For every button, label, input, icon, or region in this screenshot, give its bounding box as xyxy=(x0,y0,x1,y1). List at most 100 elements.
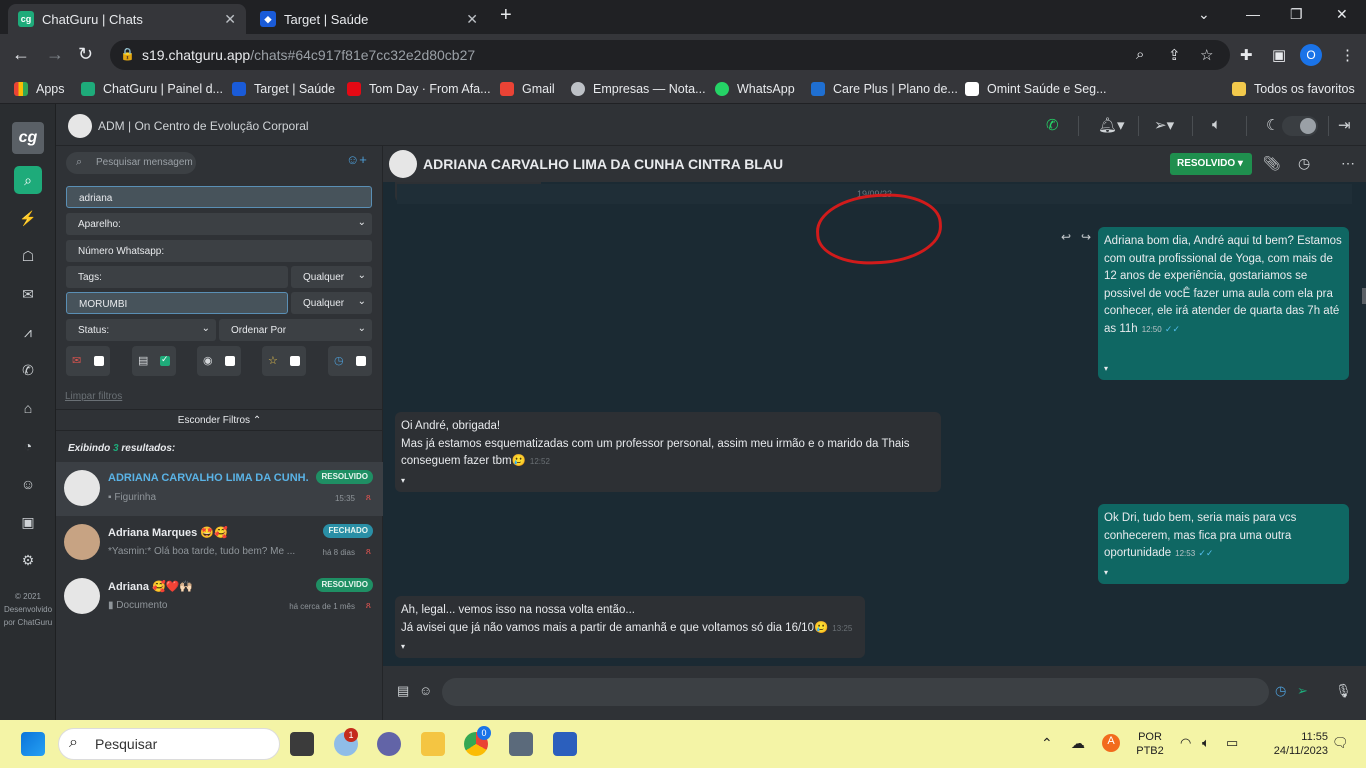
dark-mode-toggle[interactable] xyxy=(1282,116,1318,136)
forward-icon[interactable]: → xyxy=(46,44,64,65)
status-select[interactable]: Status: ⌄ xyxy=(66,319,216,341)
bookmark-all-favorites[interactable]: Todos os favoritos xyxy=(1232,82,1355,96)
quick-replies-icon[interactable]: ▤ xyxy=(397,683,409,699)
calculator-icon[interactable] xyxy=(509,732,533,756)
chats-nav-icon[interactable]: ⌕ xyxy=(14,166,42,194)
search-messages-input[interactable]: ⌕ Pesquisar mensagem xyxy=(66,152,196,174)
device-select[interactable]: Aparelho: ⌄ xyxy=(66,213,372,235)
side-panel-icon[interactable]: ▣ xyxy=(1272,46,1286,64)
send-menu-icon[interactable]: ➢▾ xyxy=(1154,116,1174,134)
bookmark-apps[interactable]: Apps xyxy=(14,82,65,96)
phone-nav-icon[interactable]: ✆ xyxy=(14,356,42,384)
chat-list-item[interactable]: Adriana Marques 🤩🥰 *Yasmin:* Olá boa tar… xyxy=(56,516,383,570)
extensions-icon[interactable]: ✚ xyxy=(1240,46,1253,64)
whatsapp-status-icon[interactable]: ✆ xyxy=(1046,116,1059,134)
status-dropdown-button[interactable]: RESOLVIDO ▾ xyxy=(1170,153,1252,175)
unread-checkbox[interactable] xyxy=(94,356,104,366)
schedule-icon[interactable]: ◷ xyxy=(1298,155,1310,172)
bookmark-chatguru[interactable]: ChatGuru | Painel d... xyxy=(81,82,223,96)
bookmark-care-plus[interactable]: Care Plus | Plano de... xyxy=(811,82,958,96)
bookmark-target[interactable]: Target | Saúde xyxy=(232,82,335,96)
tab-search-icon[interactable]: ⌄ xyxy=(1198,6,1210,23)
account-avatar[interactable] xyxy=(68,114,92,138)
filter-favorites[interactable]: ☆ xyxy=(262,346,306,376)
back-icon[interactable]: ← xyxy=(12,44,30,65)
campaign-nav-icon[interactable]: ✉ xyxy=(14,280,42,308)
bookmark-empresas[interactable]: Empresas — Nota... xyxy=(571,82,706,96)
close-tab-icon[interactable]: ✕ xyxy=(466,11,478,28)
bot-nav-icon[interactable]: ☖ xyxy=(14,242,42,270)
favorites-checkbox[interactable] xyxy=(290,356,300,366)
whatsapp-number-input[interactable]: Número Whatsapp: xyxy=(66,240,372,262)
name-filter-input[interactable]: adriana xyxy=(66,186,372,208)
notifications-bell-icon[interactable]: 🔔︎▾ xyxy=(1098,116,1125,134)
notification-center-icon[interactable]: 🗨︎ xyxy=(1332,736,1349,750)
schedule-message-icon[interactable]: ◷ xyxy=(1275,683,1286,699)
message-menu-caret-icon[interactable]: ▾ xyxy=(1104,360,1108,378)
tab-chatguru[interactable]: cg ChatGuru | Chats ✕ xyxy=(8,4,246,34)
reply-icon[interactable]: ↩ xyxy=(1061,230,1071,244)
url-bar[interactable]: 🔒 s19.chatguru.app/chats#64c917f81e7cc32… xyxy=(110,40,1230,70)
filter-broadcast[interactable]: ◉ xyxy=(197,346,241,376)
filter-scheduled[interactable]: ◷ xyxy=(328,346,372,376)
dashboard-nav-icon[interactable]: ◔ xyxy=(14,432,42,460)
word-icon[interactable] xyxy=(553,732,577,756)
message-bubble-outgoing[interactable]: Adriana bom dia, André aqui td bem? Esta… xyxy=(1098,227,1349,380)
message-bubble-incoming[interactable]: Oi André, obrigada! Mas já estamos esque… xyxy=(395,412,941,492)
minimize-icon[interactable]: — xyxy=(1246,6,1260,22)
order-by-select[interactable]: Ordenar Por ⌄ xyxy=(219,319,372,341)
tag-value-chip[interactable]: MORUMBI xyxy=(66,292,288,314)
add-contact-icon[interactable]: ☺+ xyxy=(346,152,367,167)
message-menu-caret-icon[interactable]: ▾ xyxy=(401,638,405,656)
media-nav-icon[interactable]: ▣ xyxy=(14,508,42,536)
chat-list-item[interactable]: Adriana 🥰❤️🙌🏻 ▮ Documento RESOLVIDO há c… xyxy=(56,570,383,624)
profile-avatar[interactable]: O xyxy=(1300,44,1322,66)
chat-list-item[interactable]: ADRIANA CARVALHO LIMA DA CUNH... ▪ Figur… xyxy=(56,462,383,516)
emoji-icon[interactable]: ☺ xyxy=(419,683,432,698)
wifi-icon[interactable]: ◠ xyxy=(1180,736,1191,750)
zoom-icon[interactable]: ⌕ xyxy=(1136,46,1144,63)
close-window-icon[interactable]: ✕ xyxy=(1336,6,1348,23)
speaker-icon[interactable]: 🔈︎ xyxy=(1202,736,1210,750)
conversation-scrollbar[interactable] xyxy=(1362,288,1366,304)
file-explorer-icon[interactable] xyxy=(421,732,445,756)
archived-checkbox[interactable] xyxy=(160,354,170,366)
clear-filters-link[interactable]: Limpar filtros xyxy=(65,391,122,402)
message-bubble-incoming[interactable]: Ah, legal... vemos isso na nossa volta e… xyxy=(395,596,865,658)
bookmark-gmail[interactable]: Gmail xyxy=(500,82,555,96)
tab-target-saude[interactable]: ◆ Target | Saúde ✕ xyxy=(250,4,488,34)
message-menu-caret-icon[interactable]: ▾ xyxy=(1104,564,1108,582)
bookmark-tom-day[interactable]: Tom Day · From Afa... xyxy=(347,82,491,96)
flash-nav-icon[interactable]: ⚡ xyxy=(14,204,42,232)
menu-dots-icon[interactable]: ⋮ xyxy=(1340,46,1355,64)
bookmark-omint[interactable]: Omint Saúde e Seg... xyxy=(965,82,1107,96)
teams-chat-icon[interactable] xyxy=(377,732,401,756)
battery-icon[interactable]: ▭ xyxy=(1226,736,1238,750)
chatguru-logo[interactable]: cg xyxy=(12,122,44,154)
message-bubble-outgoing[interactable]: Ok Dri, tudo bem, seria mais para vcs co… xyxy=(1098,504,1349,584)
bookmark-star-icon[interactable]: ☆ xyxy=(1200,46,1213,64)
network-disconnected-icon[interactable]: ☁ xyxy=(1071,736,1085,750)
users-nav-icon[interactable]: ☺ xyxy=(14,470,42,498)
tags-nav-icon[interactable]: ⌂ xyxy=(14,394,42,422)
volume-icon[interactable]: 🔈︎ xyxy=(1212,116,1221,133)
message-input[interactable] xyxy=(442,678,1269,706)
taskbar-search[interactable]: ⌕ Pesquisar xyxy=(58,728,280,760)
tag-value-match-select[interactable]: Qualquer ⌄ xyxy=(291,292,372,314)
forward-message-icon[interactable]: ↪ xyxy=(1081,230,1091,244)
windows-start-icon[interactable] xyxy=(21,732,45,756)
scheduled-checkbox[interactable] xyxy=(356,356,366,366)
new-tab-icon[interactable]: + xyxy=(500,4,512,27)
keyboard-language[interactable]: POR PTB2 xyxy=(1134,730,1166,758)
reports-nav-icon[interactable]: ⩘ xyxy=(14,318,42,346)
message-menu-caret-icon[interactable]: ▾ xyxy=(401,472,405,490)
close-tab-icon[interactable]: ✕ xyxy=(224,11,236,28)
microphone-icon[interactable]: 🎙︎ xyxy=(1335,683,1352,699)
tags-input[interactable]: Tags: xyxy=(66,266,288,288)
contact-avatar[interactable] xyxy=(389,150,417,178)
hide-filters-button[interactable]: Esconder Filtros ⌃ xyxy=(56,409,383,431)
send-icon[interactable]: ➢ xyxy=(1297,683,1308,699)
share-icon[interactable]: ⇪ xyxy=(1168,46,1181,64)
clock[interactable]: 11:55 24/11/2023 xyxy=(1256,730,1328,758)
contact-name[interactable]: ADRIANA CARVALHO LIMA DA CUNHA CINTRA BL… xyxy=(423,156,783,172)
